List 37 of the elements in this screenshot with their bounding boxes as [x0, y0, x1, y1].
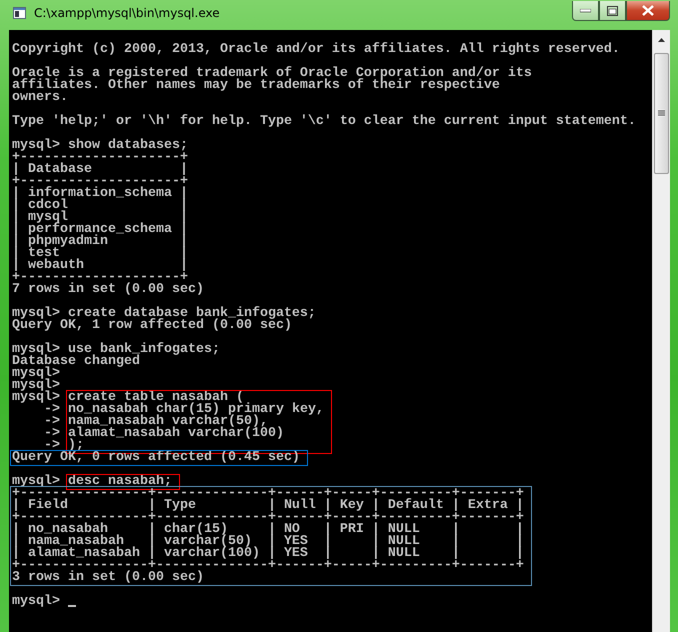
console-prompt: mysql> [12, 476, 60, 488]
minimize-button[interactable] [572, 1, 599, 21]
console-line: | performance_schema | [12, 224, 189, 236]
scrollbar-thumb[interactable] [654, 53, 669, 174]
console-line: 3 rows in set (0.00 sec) [12, 572, 205, 584]
console-line: | alamat_nasabah | varchar(100) | YES | | NULL | | [12, 548, 524, 560]
console-line: mysql> [12, 368, 61, 380]
console-line: Copyright (c) 2000, 2013, Oracle and/or its affiliates. All rights reserved. [12, 44, 620, 56]
console-line: | Database | [12, 164, 189, 176]
console-line: Query OK, 1 row affected (0.00 sec) [12, 320, 292, 332]
console-line: | Field | Type | Null | Key | Default | Extra | [12, 500, 524, 512]
console-prompt: -> [42, 416, 60, 428]
console-line: mysql> [12, 380, 61, 392]
window-title: C:\xampp\mysql\bin\mysql.exe [34, 6, 220, 20]
console-line: | phpmyadmin | [12, 236, 189, 248]
grip-icon [658, 110, 665, 117]
minimize-icon [580, 8, 591, 12]
console-line: owners. [12, 92, 69, 104]
close-icon [642, 5, 654, 16]
console-line: affiliates. Other names may be trademarks of their respective [12, 80, 501, 92]
console-prompt: -> [42, 428, 60, 440]
console-line: 7 rows in set (0.00 sec) [12, 284, 204, 296]
console-line: Type 'help;' or '\h' for help. Type '\c' to clear the current input statement. [12, 116, 636, 128]
scrollbar[interactable] [652, 30, 670, 632]
maximize-icon [607, 6, 618, 16]
console-prompt: mysql> [12, 392, 60, 404]
console-line: desc nasabah; [68, 476, 172, 488]
console-line: mysql> [12, 596, 60, 608]
console-line: ); [68, 440, 85, 452]
console-line: | webauth | [12, 260, 189, 272]
close-button[interactable] [626, 1, 670, 21]
maximize-button[interactable] [599, 1, 626, 21]
console-app-icon [13, 7, 26, 19]
console-line: Query OK, 0 rows affected (0.45 sec) [12, 452, 300, 464]
console-prompt: -> [44, 404, 60, 416]
console-line: mysql> show databases; [12, 140, 189, 152]
console-prompt: -> [44, 440, 60, 452]
